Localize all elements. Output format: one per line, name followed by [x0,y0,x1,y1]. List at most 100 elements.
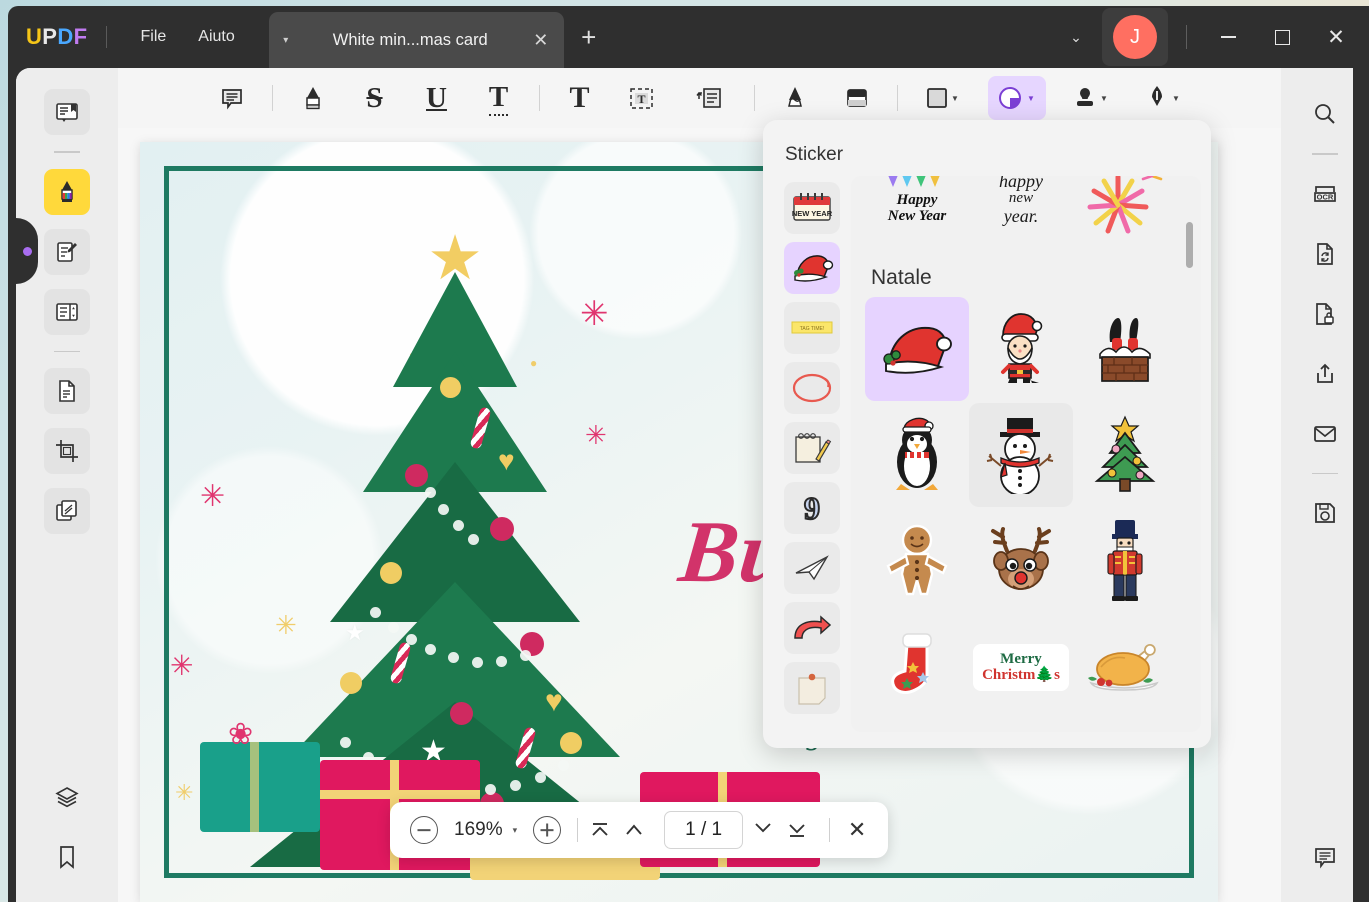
sticker-roast-turkey[interactable] [1073,615,1177,719]
account-button[interactable]: J [1102,8,1168,66]
christmas-stocking-icon [891,633,932,694]
right-item-ocr[interactable]: OCR [1302,171,1348,217]
right-item-share[interactable] [1302,351,1348,397]
chevron-down-icon[interactable]: ▼ [1027,94,1035,103]
notepad-icon [795,433,832,463]
sticker-category-tag-time[interactable]: TAG TIME! [784,302,840,354]
sidebar-item-convert[interactable] [44,368,90,415]
sticker-happy-new-year-script[interactable]: happy new year. [969,176,1073,251]
shapes-tool[interactable]: ▼ [916,76,970,120]
underline-tool[interactable]: U [415,76,459,120]
sticker-category-list[interactable]: NEW YEAR TAG TIME! 9 [777,182,847,738]
signature-tool[interactable]: ▼ [1136,76,1190,120]
right-item-search[interactable] [1302,91,1348,137]
zoom-dropdown-caret-icon[interactable]: ▾ [513,825,518,836]
chevron-down-icon[interactable]: ▼ [951,94,959,103]
right-item-email[interactable] [1302,411,1348,457]
right-item-convert[interactable] [1302,231,1348,277]
squiggly-underline-tool[interactable]: T [477,76,521,120]
next-page-button[interactable] [751,819,785,841]
sticker-panel[interactable]: Sticker NEW YEAR TAG TIME! 9 Happy New Y… [763,120,1211,748]
last-page-button[interactable] [785,819,819,841]
page-indicator[interactable]: 1 / 1 [664,811,744,849]
sticker-grid[interactable]: Happy New Year happy new year. Natale Me… [851,176,1201,732]
sticker-santa-in-chimney[interactable] [1073,297,1177,401]
sidebar-item-bookmark[interactable] [44,834,90,880]
right-item-protect[interactable] [1302,291,1348,337]
updf-application-window: UPDF File Aiuto ▾ White min...mas card ✕… [0,0,1369,902]
minimize-button[interactable] [1201,14,1255,60]
strikethrough-tool[interactable]: S [353,76,397,120]
ornament-gold-3 [340,672,362,694]
sticker-santa-hat[interactable] [865,297,969,401]
sidebar-item-layers[interactable] [44,774,90,820]
menu-aiuto[interactable]: Aiuto [182,20,250,54]
sticker-reindeer[interactable] [969,509,1073,613]
right-item-save-as[interactable] [1302,490,1348,536]
workspace: S U T T T ▼ ▼ ▼ ▼ ✳ ✳ ✳ ✳ ✳ ✳ ● ● ✳ ★ ♥ … [16,68,1369,902]
close-navigation-button[interactable]: ✕ [840,817,874,843]
script-line-1: happy [999,176,1043,192]
text-tool[interactable]: T [558,76,602,120]
sticker-christmas-tree[interactable] [1073,403,1177,507]
sticker-snowman[interactable] [969,403,1073,507]
new-tab-button[interactable]: + [564,22,614,53]
previous-page-button[interactable] [622,819,656,841]
sticker-category-sticky-note[interactable] [784,662,840,714]
sidebar-item-edit[interactable] [44,228,90,275]
callout-tool[interactable] [682,76,736,120]
stamp-tool[interactable]: ▼ [1064,76,1118,120]
zoom-in-button[interactable] [533,816,562,844]
stamp-icon [1077,88,1094,106]
sticker-category-natale[interactable] [784,242,840,294]
sticker-fireworks[interactable] [1073,176,1177,251]
sticker-santa-claus[interactable] [969,297,1073,401]
new-year-line-1: Happy [896,192,938,209]
decor-star-pink-4: ✳ [170,650,194,681]
document-tab[interactable]: ▾ White min...mas card ✕ [268,12,564,68]
chevron-down-icon[interactable]: ▼ [1100,94,1108,103]
text-box-tool[interactable]: T [620,76,664,120]
sticker-christmas-stocking[interactable] [865,615,969,719]
chevron-down-icon[interactable]: ⌄ [1054,29,1098,46]
logo-letter-d: D [57,24,74,49]
sidebar-item-crop[interactable] [44,428,90,475]
sticker-category-notepad[interactable] [784,422,840,474]
chevron-down-icon[interactable]: ▼ [1172,94,1180,103]
sticker-category-paper-plane[interactable] [784,542,840,594]
sticker-category-arrow[interactable] [784,602,840,654]
sticker-happy-new-year-banner[interactable]: Happy New Year [865,176,969,251]
pencil-tool[interactable] [773,76,817,120]
tab-close-icon[interactable]: ✕ [518,30,564,51]
sticker-grid-inner: Happy New Year happy new year. Natale Me… [851,176,1201,732]
tab-dropdown-caret-icon[interactable]: ▾ [269,35,303,46]
highlight-tool[interactable] [291,76,335,120]
toolbar-divider-4 [896,85,898,111]
sticker-panel-scrollbar[interactable] [1186,222,1193,268]
sticker-gingerbread-man[interactable] [865,509,969,613]
maximize-button[interactable] [1255,14,1309,60]
sticker-nutcracker[interactable] [1073,509,1177,613]
first-page-button[interactable] [588,819,622,841]
collapse-indicator-dot [22,246,32,256]
tree-glyph-icon: 🌲 [1035,667,1055,683]
sticker-merry-christmas-text[interactable]: Merry Christm🌲s [969,615,1073,719]
eraser-tool[interactable] [835,76,879,120]
sticker-category-new-year[interactable]: NEW YEAR [784,182,840,234]
sidebar-item-batch[interactable] [44,488,90,535]
sticker-penguin[interactable] [865,403,969,507]
right-item-comment-list[interactable] [1302,834,1348,880]
sticker-category-numbers[interactable]: 9 [784,482,840,534]
sidebar-item-page-organize[interactable] [44,288,90,335]
sidebar-item-comment[interactable] [44,168,90,215]
zoom-level-label[interactable]: 169% [454,819,503,841]
close-window-button[interactable]: ✕ [1309,14,1363,60]
eraser-icon [846,89,867,107]
sticker-tool[interactable]: ▼ [987,76,1046,120]
sticker-row-new-year: Happy New Year happy new year. [865,176,1187,252]
sticker-category-circle-mark[interactable] [784,362,840,414]
zoom-out-button[interactable] [410,816,438,844]
sidebar-item-reader[interactable] [44,89,90,135]
menu-file[interactable]: File [125,20,183,54]
note-comment-tool[interactable] [210,76,254,120]
